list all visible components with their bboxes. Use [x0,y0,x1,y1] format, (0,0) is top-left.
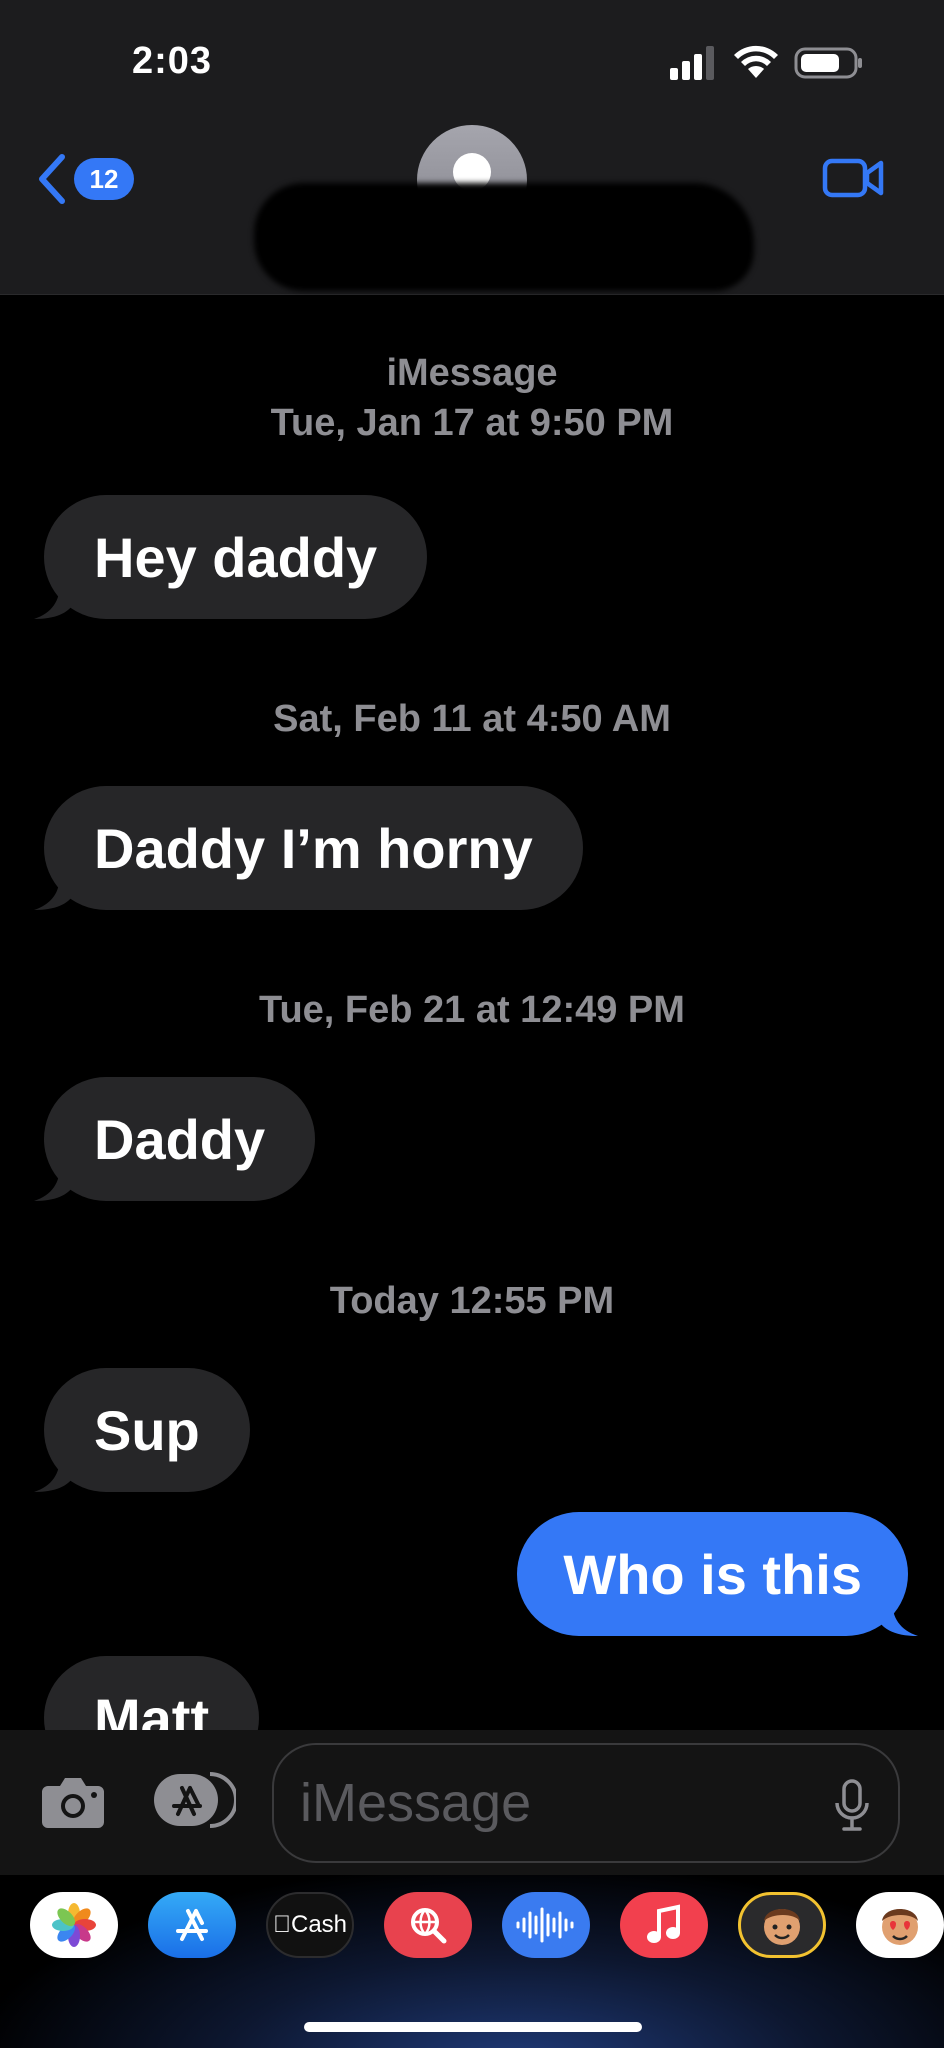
facetime-video-icon[interactable] [822,155,884,201]
message-bubble-received[interactable]: Daddy [34,1077,316,1201]
status-time: 2:03 [132,40,213,82]
magnifier-globe-icon [411,1908,447,1944]
bubble-tail [878,1600,918,1636]
unread-count-badge: 12 [74,158,134,200]
photos-flower-icon [52,1903,96,1947]
service-label: iMessage [386,352,558,394]
timestamp: Tue, Jan 17 at 9:50 PM [270,402,674,444]
music-note-icon [647,1904,680,1943]
message-text: Who is this [563,1542,862,1606]
app-drawer: Cash [0,1875,944,2048]
conversation-header: 12 [0,125,944,295]
message-text: Daddy [94,1107,266,1171]
message-bubble-received[interactable]: Matt [44,1656,260,1731]
bubble-tail [34,874,74,910]
cellular-signal-icon [670,46,714,80]
apple-cash-label: Cash [273,1911,347,1938]
message-text: Daddy I’m horny [94,816,533,880]
status-bar: 2:03 [0,0,944,125]
chevron-left-icon [39,154,65,204]
apple-cash-icon[interactable]: Cash [266,1892,354,1958]
message-input[interactable] [272,1743,900,1863]
wifi-icon [734,45,778,78]
home-indicator[interactable] [304,2022,642,2032]
sticker-face-icon [882,1909,918,1945]
message-bubble-received[interactable]: Hey daddy [34,495,428,619]
message-text: Matt [94,1686,210,1731]
search-images-icon[interactable] [384,1892,472,1958]
memoji-icon[interactable] [738,1892,826,1958]
message-text-field[interactable] [300,1772,800,1834]
app-store-glyph-icon [176,1909,208,1941]
redacted-contact-name [254,183,754,291]
back-button[interactable]: 12 [36,151,134,207]
message-text: Hey daddy [94,525,378,589]
message-bubble-received[interactable]: Daddy I’m horny [34,786,583,910]
bubble-tail [34,583,74,619]
message-composer [0,1730,944,1875]
music-icon[interactable] [620,1892,708,1958]
message-thread[interactable]: iMessage Tue, Jan 17 at 9:50 PM Hey dadd… [0,295,944,1730]
audio-message-icon[interactable] [502,1892,590,1958]
animoji-stickers-icon[interactable] [856,1892,944,1958]
camera-icon[interactable] [40,1774,106,1830]
bubble-tail [34,1456,74,1492]
waveform-icon [516,1907,574,1943]
battery-icon [794,47,862,79]
timestamp: Today 12:55 PM [329,1280,615,1322]
app-store-apps-icon[interactable] [152,1770,236,1830]
timestamp: Sat, Feb 11 at 4:50 AM [273,698,671,740]
app-store-icon[interactable] [148,1892,236,1958]
message-bubble-received[interactable]: Sup [34,1368,250,1492]
photos-icon[interactable] [30,1892,118,1958]
message-text: Sup [94,1398,200,1462]
message-bubble-sent[interactable]: Who is this [517,1512,918,1636]
microphone-icon[interactable] [834,1779,870,1833]
bubble-tail [34,1165,74,1201]
memoji-face-icon [764,1909,800,1945]
timestamp: Tue, Feb 21 at 12:49 PM [259,989,685,1031]
